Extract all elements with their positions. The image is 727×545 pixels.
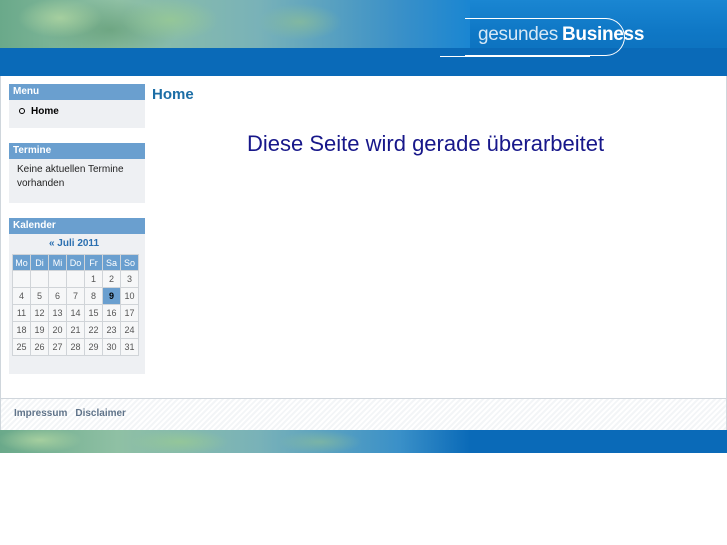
- calendar-day[interactable]: 18: [12, 321, 31, 339]
- footer-banner: [0, 430, 727, 453]
- calendar-weekday: Di: [30, 254, 49, 271]
- calendar-day[interactable]: 2: [102, 270, 121, 288]
- calendar-day[interactable]: 31: [120, 338, 139, 356]
- calendar-day[interactable]: 23: [102, 321, 121, 339]
- header-banner: gesundes Business: [0, 0, 727, 76]
- calendar-day[interactable]: 19: [30, 321, 49, 339]
- termine-box: Keine aktuellen Termine vorhanden: [9, 159, 145, 203]
- calendar-weekday: So: [120, 254, 139, 271]
- calendar-day[interactable]: 22: [84, 321, 103, 339]
- calendar-weekday: Mi: [48, 254, 67, 271]
- kalender-box-title: Kalender: [9, 218, 145, 234]
- footer-link-disclaimer[interactable]: Disclaimer: [75, 408, 126, 419]
- calendar-day[interactable]: 13: [48, 304, 67, 322]
- footer-links: Impressum Disclaimer: [14, 408, 134, 419]
- calendar-empty-cell: [12, 270, 31, 288]
- calendar-day[interactable]: 27: [48, 338, 67, 356]
- calendar-day[interactable]: 30: [102, 338, 121, 356]
- calendar-day[interactable]: 26: [30, 338, 49, 356]
- calendar-week-row: 11 12 13 14 15 16 17: [12, 304, 139, 322]
- calendar-grid: Mo Di Mi Do Fr Sa So 1 2 3 4 5 6 7 8 9 10 11 12 13 14 15 16 17…: [12, 254, 139, 356]
- calendar-week-row: 18 19 20 21 22 23 24: [12, 321, 139, 339]
- calendar-day[interactable]: 21: [66, 321, 85, 339]
- calendar-week-row: 25 26 27 28 29 30 31: [12, 338, 139, 356]
- footer-link-impressum[interactable]: Impressum: [14, 408, 67, 419]
- menu-item-label: Home: [31, 106, 59, 117]
- calendar-day[interactable]: 17: [120, 304, 139, 322]
- calendar-empty-cell: [66, 270, 85, 288]
- bullet-icon: [19, 108, 25, 115]
- calendar-day[interactable]: 8: [84, 287, 103, 305]
- calendar-day[interactable]: 29: [84, 338, 103, 356]
- logo-text-light: gesundes: [478, 24, 559, 45]
- kalender-box: « Juli 2011 Mo Di Mi Do Fr Sa So 1 2 3 4 5 6 7 8 9 10 11…: [9, 234, 145, 374]
- calendar-day[interactable]: 5: [30, 287, 49, 305]
- termine-text: Keine aktuellen Termine vorhanden: [17, 164, 124, 189]
- calendar-day[interactable]: 7: [66, 287, 85, 305]
- calendar-day[interactable]: 14: [66, 304, 85, 322]
- page-title: Home: [152, 86, 194, 103]
- calendar-week-row: 4 5 6 7 8 9 10: [12, 287, 139, 305]
- calendar-day[interactable]: 3: [120, 270, 139, 288]
- menu-box: Home: [9, 100, 145, 128]
- logo-text-bold: Business: [562, 24, 645, 45]
- calendar-day[interactable]: 16: [102, 304, 121, 322]
- calendar-day[interactable]: 10: [120, 287, 139, 305]
- calendar-empty-cell: [48, 270, 67, 288]
- menu-box-title: Menu: [9, 84, 145, 100]
- calendar-day[interactable]: 15: [84, 304, 103, 322]
- calendar-week-row: 123: [12, 270, 139, 288]
- calendar-day-today[interactable]: 9: [102, 287, 121, 305]
- logo[interactable]: gesundes Business: [478, 24, 644, 46]
- calendar-weekday: Mo: [12, 254, 31, 271]
- calendar-empty-cell: [30, 270, 49, 288]
- maintenance-notice: Diese Seite wird gerade überarbeitet: [247, 131, 605, 156]
- calendar-day[interactable]: 25: [12, 338, 31, 356]
- logo-underline: [440, 56, 590, 57]
- calendar-day[interactable]: 11: [12, 304, 31, 322]
- menu-item-home[interactable]: Home: [19, 106, 59, 117]
- calendar-day[interactable]: 1: [84, 270, 103, 288]
- calendar-day[interactable]: 28: [66, 338, 85, 356]
- content-area: Menu Home Termine Keine aktuellen Termin…: [0, 76, 727, 398]
- calendar-day[interactable]: 24: [120, 321, 139, 339]
- header-band: [0, 48, 727, 76]
- calendar-day[interactable]: 4: [12, 287, 31, 305]
- leaves-graphic: [0, 430, 470, 453]
- calendar-weekday: Fr: [84, 254, 103, 271]
- termine-box-title: Termine: [9, 143, 145, 159]
- footer: Impressum Disclaimer: [0, 398, 727, 430]
- calendar-day[interactable]: 20: [48, 321, 67, 339]
- calendar-month-link[interactable]: « Juli 2011: [9, 238, 139, 249]
- calendar-day[interactable]: 12: [30, 304, 49, 322]
- calendar-day[interactable]: 6: [48, 287, 67, 305]
- calendar-weekday: Do: [66, 254, 85, 271]
- leaves-graphic: [0, 0, 470, 48]
- page: gesundes Business Menu Home Termine Keine…: [0, 0, 727, 453]
- calendar-weekday: Sa: [102, 254, 121, 271]
